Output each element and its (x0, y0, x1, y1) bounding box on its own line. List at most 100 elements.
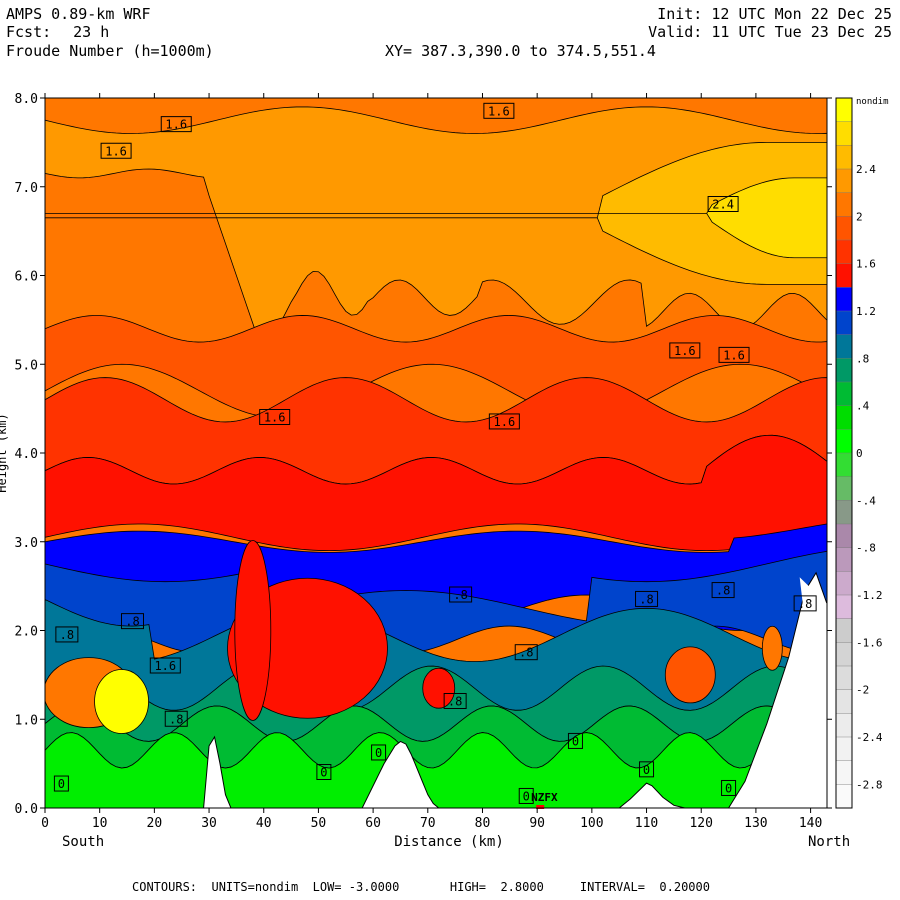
x-tick-label-12: 120 (689, 816, 712, 831)
x-tick-label-0: 0 (41, 816, 49, 831)
colorbar-swatch-18 (835, 523, 853, 549)
colorbar-label-0: 2.4 (856, 163, 876, 176)
colorbar-swatch-11 (835, 358, 853, 383)
intrusion-north-2 (761, 625, 783, 671)
x-end-label-south: South (62, 834, 104, 850)
colorbar-swatch-28 (835, 760, 853, 785)
colorbar-swatch-1 (835, 121, 853, 146)
colorbar-label-9: -1.2 (856, 589, 883, 602)
x-tick-label-14: 140 (799, 816, 822, 831)
contour-label-1: 1.6 (105, 144, 127, 158)
contour-label-13: .8 (60, 628, 74, 642)
colorbar-swatch-2 (835, 145, 853, 170)
colorbar-label-4: .8 (856, 352, 869, 365)
colorbar-label-11: -2 (856, 684, 869, 697)
y-tick-label-0: 0.0 (15, 802, 38, 817)
contour-label-0: 1.6 (165, 118, 187, 132)
colorbar-swatch-29 (835, 784, 853, 809)
contour-label-19: 0 (375, 746, 382, 760)
colorbar-unit: nondim (856, 97, 889, 107)
contour-label-14: .8 (519, 646, 533, 660)
colorbar-swatch-6 (835, 239, 853, 265)
colorbar-swatch-24 (835, 665, 853, 691)
colorbar-swatch-12 (835, 381, 853, 407)
contour-label-4: 1.6 (674, 344, 696, 358)
colorbar-swatch-4 (835, 192, 853, 217)
contour-label-9: .8 (453, 588, 467, 602)
colorbar-swatch-8 (835, 287, 853, 312)
colorbar-swatch-13 (835, 405, 853, 430)
y-tick-label-5: 5.0 (15, 358, 38, 373)
contour-label-22: 0 (58, 777, 65, 791)
x-tick-label-13: 130 (744, 816, 767, 831)
y-tick-label-6: 6.0 (15, 270, 38, 285)
colorbar-label-10: -1.6 (856, 636, 883, 649)
colorbar-label-2: 1.6 (856, 258, 876, 271)
station-label: NZFX (531, 791, 558, 804)
colorbar-swatch-10 (835, 334, 853, 359)
y-tick-label-7: 7.0 (15, 181, 38, 196)
x-tick-label-1: 10 (92, 816, 108, 831)
colorbar-swatch-20 (835, 571, 853, 596)
contour-label-18: 0 (572, 734, 579, 748)
y-axis-title: Height (km) (0, 413, 9, 492)
contour-label-17: .8 (169, 712, 183, 726)
colorbar-swatch-19 (835, 547, 853, 572)
contour-label-23: 0 (523, 789, 530, 803)
colorbar-swatch-23 (835, 642, 853, 667)
contour-label-10: .8 (639, 592, 653, 606)
x-tick-label-3: 30 (201, 816, 217, 831)
y-tick-label-2: 2.0 (15, 625, 38, 640)
x-tick-label-6: 60 (365, 816, 381, 831)
x-end-label-north: North (808, 834, 850, 850)
colorbar-label-3: 1.2 (856, 305, 876, 318)
colorbar-swatch-22 (835, 618, 853, 643)
colorbar-label-12: -2.4 (856, 731, 883, 744)
colorbar-swatch-27 (835, 736, 853, 762)
contour-label-8: .8 (716, 584, 730, 598)
intrusion-north-1 (664, 646, 716, 704)
contour-label-6: 1.6 (264, 411, 286, 425)
x-tick-label-11: 110 (635, 816, 658, 831)
colorbar-label-5: .4 (856, 400, 870, 413)
colorbar-swatch-21 (835, 594, 853, 620)
contour-label-12: .8 (125, 615, 139, 629)
contour-label-2: 1.6 (488, 104, 510, 118)
y-tick-label-3: 3.0 (15, 536, 38, 551)
froude-cross-section-chart: 1.61.61.62.41.6 1.61.6 1.6.8.8.8.8.8.8.81.… (0, 92, 889, 850)
colorbar-swatch-16 (835, 476, 853, 501)
colorbar-swatch-15 (835, 452, 853, 478)
colorbar-label-6: 0 (856, 447, 863, 460)
colorbar-label-1: 2 (856, 210, 863, 223)
colorbar-label-13: -2.8 (856, 778, 883, 791)
contour-label-3: 2.4 (712, 198, 734, 212)
y-tick-label-1: 1.0 (15, 713, 38, 728)
contour-label-16: .8 (448, 695, 462, 709)
contour-label-7: 1.6 (494, 415, 516, 429)
colorbar-swatch-26 (835, 713, 853, 738)
x-axis-title: Distance (km) (394, 834, 504, 850)
y-tick-label-4: 4.0 (15, 447, 38, 462)
colorbar-swatch-5 (835, 216, 853, 241)
colorbar-swatch-9 (835, 310, 853, 336)
colorbar-swatch-14 (835, 429, 853, 454)
contour-label-15: 1.6 (154, 659, 176, 673)
colorbar-swatch-17 (835, 500, 853, 525)
contour-label-11: .8 (798, 597, 812, 611)
x-tick-label-10: 100 (580, 816, 603, 831)
intrusion-left (234, 540, 272, 721)
contour-label-24: 0 (725, 781, 732, 795)
intrusion-south-core (94, 669, 149, 734)
colorbar-swatch-25 (835, 689, 853, 714)
x-tick-label-9: 90 (529, 816, 545, 831)
contour-label-21: 0 (643, 763, 650, 777)
contour-summary: CONTOURS: UNITS=nondim LOW= -3.0000 HIGH… (132, 880, 710, 894)
colorbar-label-7: -.4 (856, 494, 876, 507)
x-tick-label-4: 40 (256, 816, 272, 831)
contour-label-5: 1.6 (723, 348, 745, 362)
x-tick-label-8: 80 (475, 816, 491, 831)
colorbar-swatch-7 (835, 263, 853, 288)
x-tick-label-7: 70 (420, 816, 436, 831)
x-tick-label-2: 20 (147, 816, 163, 831)
colorbar-label-8: -.8 (856, 542, 876, 555)
